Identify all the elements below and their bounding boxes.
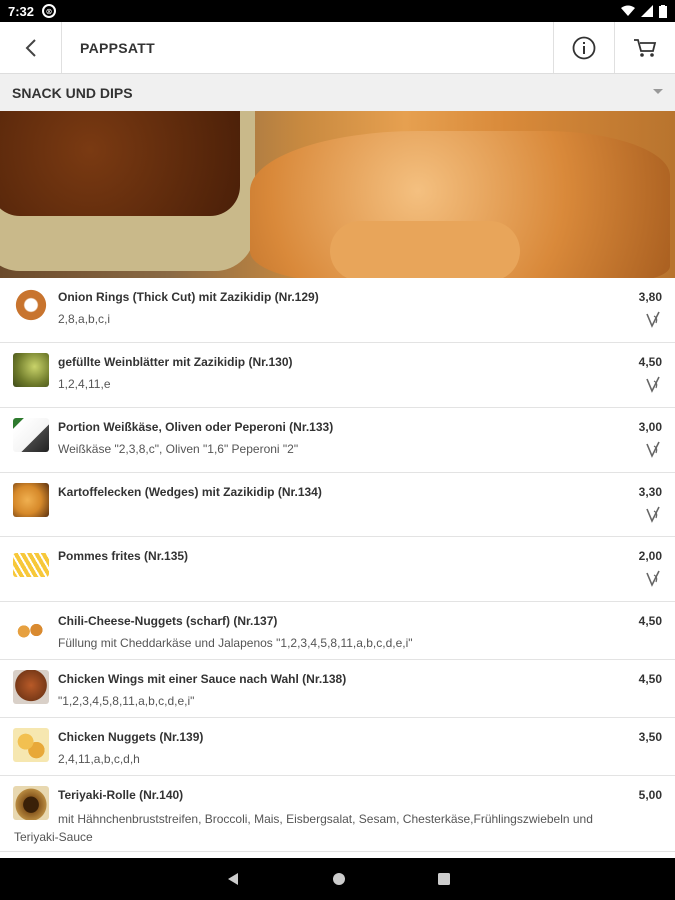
item-name: Chili-Cheese-Nuggets (scharf) (Nr.137)	[58, 614, 278, 628]
item-info: 2,8,a,b,c,i	[58, 312, 111, 326]
item-name: Chicken Nuggets (Nr.139)	[58, 730, 204, 744]
signal-icon	[641, 5, 653, 17]
banner-sauce	[0, 111, 240, 216]
cart-button[interactable]	[614, 22, 675, 73]
app-bar: PAPPSATT	[0, 22, 675, 74]
item-info: mit Hähnchenbruststreifen, Broccoli, Mai…	[14, 810, 655, 846]
notification-icon: ⊗	[42, 4, 57, 18]
item-info: "1,2,3,4,5,8,11,a,b,c,d,e,i"	[58, 694, 195, 708]
battery-icon	[659, 4, 667, 18]
item-thumbnail	[13, 616, 49, 644]
back-button[interactable]	[0, 22, 62, 73]
page-title: PAPPSATT	[80, 39, 155, 56]
system-nav-bar	[0, 858, 675, 900]
menu-item[interactable]: Kartoffelecken (Wedges) mit Zazikidip (N…	[0, 473, 675, 537]
dropdown-caret-icon	[653, 89, 663, 94]
vegetarian-icon	[646, 376, 660, 393]
status-icons	[621, 4, 667, 18]
item-name: Pommes frites (Nr.135)	[58, 549, 189, 563]
category-dropdown[interactable]: SNACK UND DIPS	[0, 74, 675, 111]
menu-item[interactable]: gefüllte Weinblätter mit Zazikidip (Nr.1…	[0, 343, 675, 408]
nav-recents-icon[interactable]	[437, 873, 450, 885]
category-banner-image	[0, 111, 675, 278]
item-thumbnail	[13, 728, 49, 762]
item-price: 4,50	[638, 355, 662, 369]
item-info: 2,4,11,a,b,c,d,h	[58, 752, 140, 766]
menu-item[interactable]: Teriyaki-Rolle (Nr.140) 5,00 mit Hähnche…	[0, 776, 675, 852]
item-name: Portion Weißkäse, Oliven oder Peperoni (…	[58, 420, 334, 434]
item-price: 5,00	[638, 788, 662, 802]
item-info: 1,2,4,11,e	[58, 377, 111, 391]
menu-item[interactable]: Chicken Nuggets (Nr.139) 3,50 2,4,11,a,b…	[0, 718, 675, 776]
back-arrow-icon	[25, 38, 36, 57]
menu-item[interactable]: Portion Weißkäse, Oliven oder Peperoni (…	[0, 408, 675, 473]
item-thumbnail	[13, 670, 49, 704]
item-thumbnail	[13, 418, 49, 452]
category-title: SNACK UND DIPS	[12, 84, 133, 101]
info-icon	[572, 36, 596, 59]
item-price: 4,50	[638, 614, 662, 628]
menu-item-list: Onion Rings (Thick Cut) mit Zazikidip (N…	[0, 278, 675, 852]
vegetarian-icon	[646, 570, 660, 587]
item-thumbnail	[13, 353, 49, 387]
vegetarian-icon	[646, 441, 660, 458]
item-price: 3,30	[638, 485, 662, 499]
vegetarian-icon	[646, 311, 660, 328]
item-info-line1: mit Hähnchenbruststreifen, Broccoli, Mai…	[58, 812, 593, 826]
banner-fried-food-piece	[330, 221, 520, 278]
item-info: Weißkäse "2,3,8,c", Oliven "1,6" Peperon…	[58, 442, 299, 456]
menu-item[interactable]: Chili-Cheese-Nuggets (scharf) (Nr.137) 4…	[0, 602, 675, 660]
item-info-line2: Teriyaki-Sauce	[14, 830, 93, 844]
item-name: Chicken Wings mit einer Sauce nach Wahl …	[58, 672, 347, 686]
item-name: Onion Rings (Thick Cut) mit Zazikidip (N…	[58, 290, 319, 304]
item-price: 3,00	[638, 420, 662, 434]
nav-home-icon[interactable]	[332, 872, 346, 886]
item-price: 3,50	[638, 730, 662, 744]
menu-item[interactable]: Chicken Wings mit einer Sauce nach Wahl …	[0, 660, 675, 718]
vegetarian-icon	[646, 506, 660, 523]
wifi-icon	[621, 5, 635, 16]
cart-icon	[634, 38, 657, 57]
nav-back-icon[interactable]	[226, 872, 240, 886]
item-price: 3,80	[638, 290, 662, 304]
item-name: Teriyaki-Rolle (Nr.140)	[58, 788, 184, 802]
menu-item[interactable]: Onion Rings (Thick Cut) mit Zazikidip (N…	[0, 278, 675, 343]
item-thumbnail	[13, 553, 49, 577]
item-price: 4,50	[638, 672, 662, 686]
item-info: Füllung mit Cheddarkäse und Jalapenos "1…	[58, 636, 413, 650]
status-bar: 7:32 ⊗	[0, 0, 675, 22]
item-thumbnail	[13, 483, 49, 517]
item-thumbnail	[13, 786, 49, 820]
item-price: 2,00	[638, 549, 662, 563]
item-name: Kartoffelecken (Wedges) mit Zazikidip (N…	[58, 485, 322, 499]
item-name: gefüllte Weinblätter mit Zazikidip (Nr.1…	[58, 355, 293, 369]
status-time: 7:32	[8, 3, 35, 19]
info-button[interactable]	[553, 22, 614, 73]
menu-item[interactable]: Pommes frites (Nr.135) 2,00	[0, 537, 675, 602]
item-thumbnail	[13, 288, 49, 322]
